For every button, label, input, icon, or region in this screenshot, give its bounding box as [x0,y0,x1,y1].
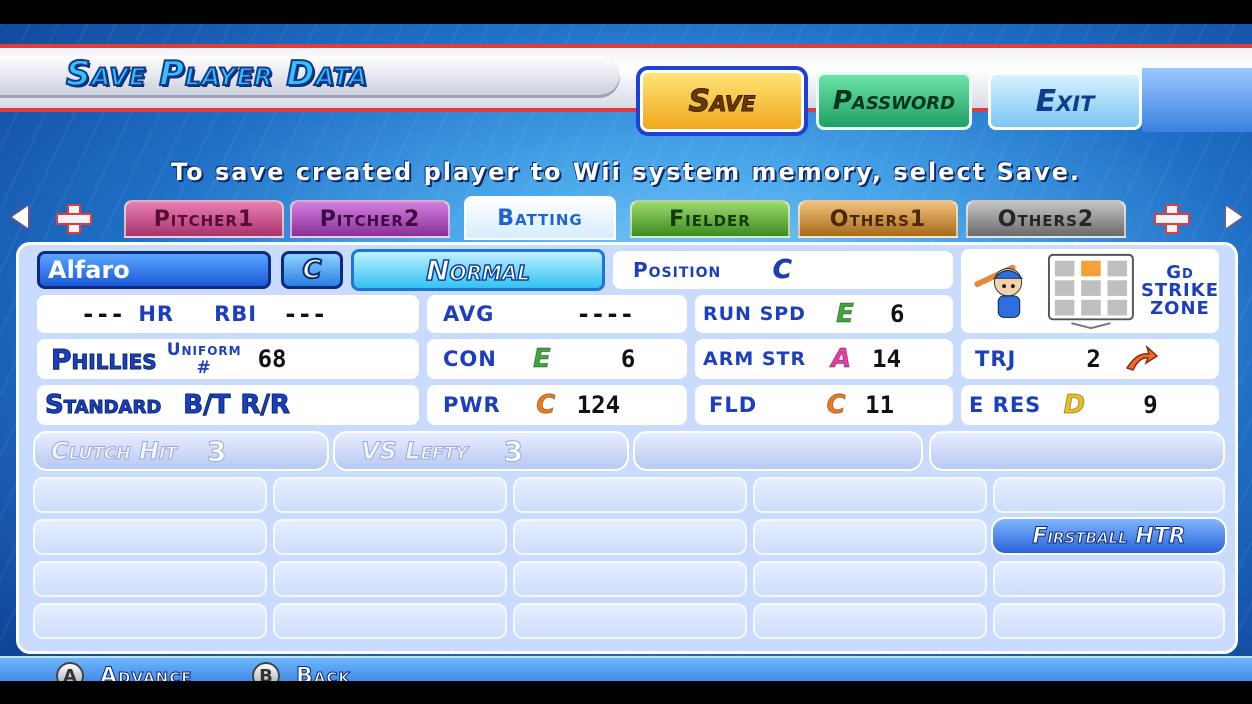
ability-slot-empty[interactable] [753,477,987,513]
pwr-grade: C [536,390,556,421]
arm-str-grade: A [831,344,852,375]
trajectory-arrow-icon [1125,344,1159,371]
arm-str-cell: ARM STR A 14 [695,339,953,379]
ability-slot-empty[interactable] [33,519,267,555]
password-button[interactable]: Password [816,72,972,130]
ability-slot-empty[interactable] [273,603,507,639]
avg-cell: AVG ---- [427,295,687,333]
ability-slot-empty[interactable] [993,477,1225,513]
run-spd-grade: E [836,299,855,330]
player-name: Alfaro [48,256,130,284]
fld-cell: FLD C 11 [695,385,953,425]
exit-button[interactable]: Exit [988,72,1142,130]
b-button-icon: B [252,662,280,681]
player-panel: Alfaro C Normal Position C Gd STRIKE ZON… [16,242,1238,654]
strike-zone-label: Gd STRIKE ZONE [1140,262,1219,319]
a-button-icon: A [56,662,84,681]
tab-others2[interactable]: Others2 [966,200,1126,238]
back-label[interactable]: Back [295,664,351,682]
ability-slot-empty[interactable] [273,519,507,555]
trj-cell: TRJ 2 [961,339,1219,379]
ability-slot-empty[interactable] [753,519,987,555]
footer-bar: A Advance B Back [0,656,1252,681]
ability-vs-lefty[interactable]: VS Lefty 3 [333,431,629,471]
tab-fielder[interactable]: Fielder [630,200,790,238]
con-grade: E [532,344,551,375]
eres-cell: E RES D 9 [961,385,1219,425]
special-ability-firstball-htr[interactable]: Firstball HTR [991,517,1227,555]
tab-right-arrow-icon[interactable] [1226,206,1242,228]
player-name-field[interactable]: Alfaro [37,251,271,289]
ability-slot-empty[interactable] [33,477,267,513]
batter-icon [974,264,1023,318]
team-cell: Phillies Uniform # 68 [37,339,419,379]
header-bar-end [1142,68,1252,132]
ability-clutch-hit[interactable]: Clutch Hit 3 [33,431,329,471]
dpad-right-icon [1152,204,1192,234]
strike-zone-box: Gd STRIKE ZONE [961,249,1219,333]
save-button[interactable]: Save [640,70,804,132]
form-cell: Standard B/T R/R [37,385,419,425]
ability-slot-empty[interactable] [513,561,747,597]
strike-zone-grid-icon [1048,253,1134,330]
player-type[interactable]: Normal [351,249,605,291]
ability-slot-empty[interactable] [513,477,747,513]
ability-slot-empty[interactable] [273,561,507,597]
ability-slot-empty[interactable] [993,603,1225,639]
hr-rbi-cell: --- HR RBI --- [37,295,419,333]
ability-slot-empty[interactable] [753,603,987,639]
ability-slot-empty[interactable] [33,561,267,597]
page-title: Save Player Data [65,53,368,95]
ability-slot-empty[interactable] [513,519,747,555]
ability-slot-empty[interactable] [33,603,267,639]
ability-slot-empty[interactable] [633,431,923,471]
tab-others1[interactable]: Others1 [798,200,958,238]
con-cell: CON E 6 [427,339,687,379]
position-value: C [772,255,792,286]
dpad-left-icon [54,204,94,234]
ability-slot-empty[interactable] [929,431,1225,471]
uniform-number: 68 [257,345,287,373]
instruction-text: To save created player to Wii system mem… [170,158,1082,186]
tab-bar: Pitcher1 Pitcher2 Batting Fielder Others… [0,196,1252,240]
ability-slot-empty[interactable] [273,477,507,513]
ability-slot-empty[interactable] [993,561,1225,597]
ability-slot-empty[interactable] [513,603,747,639]
advance-label[interactable]: Advance [100,664,193,682]
position-badge: C [281,251,343,289]
fld-grade: C [826,390,846,421]
ability-slot-empty[interactable] [753,561,987,597]
tab-pitcher2[interactable]: Pitcher2 [290,200,450,238]
position-cell: Position C [613,251,953,289]
tab-pitcher1[interactable]: Pitcher1 [124,200,284,238]
tab-batting[interactable]: Batting [464,196,616,240]
eres-grade: D [1063,390,1086,421]
tab-left-arrow-icon[interactable] [12,206,28,228]
pwr-cell: PWR C 124 [427,385,687,425]
run-spd-cell: RUN SPD E 6 [695,295,953,333]
game-screen: Save Player Data Save Password Exit To s… [0,24,1252,681]
